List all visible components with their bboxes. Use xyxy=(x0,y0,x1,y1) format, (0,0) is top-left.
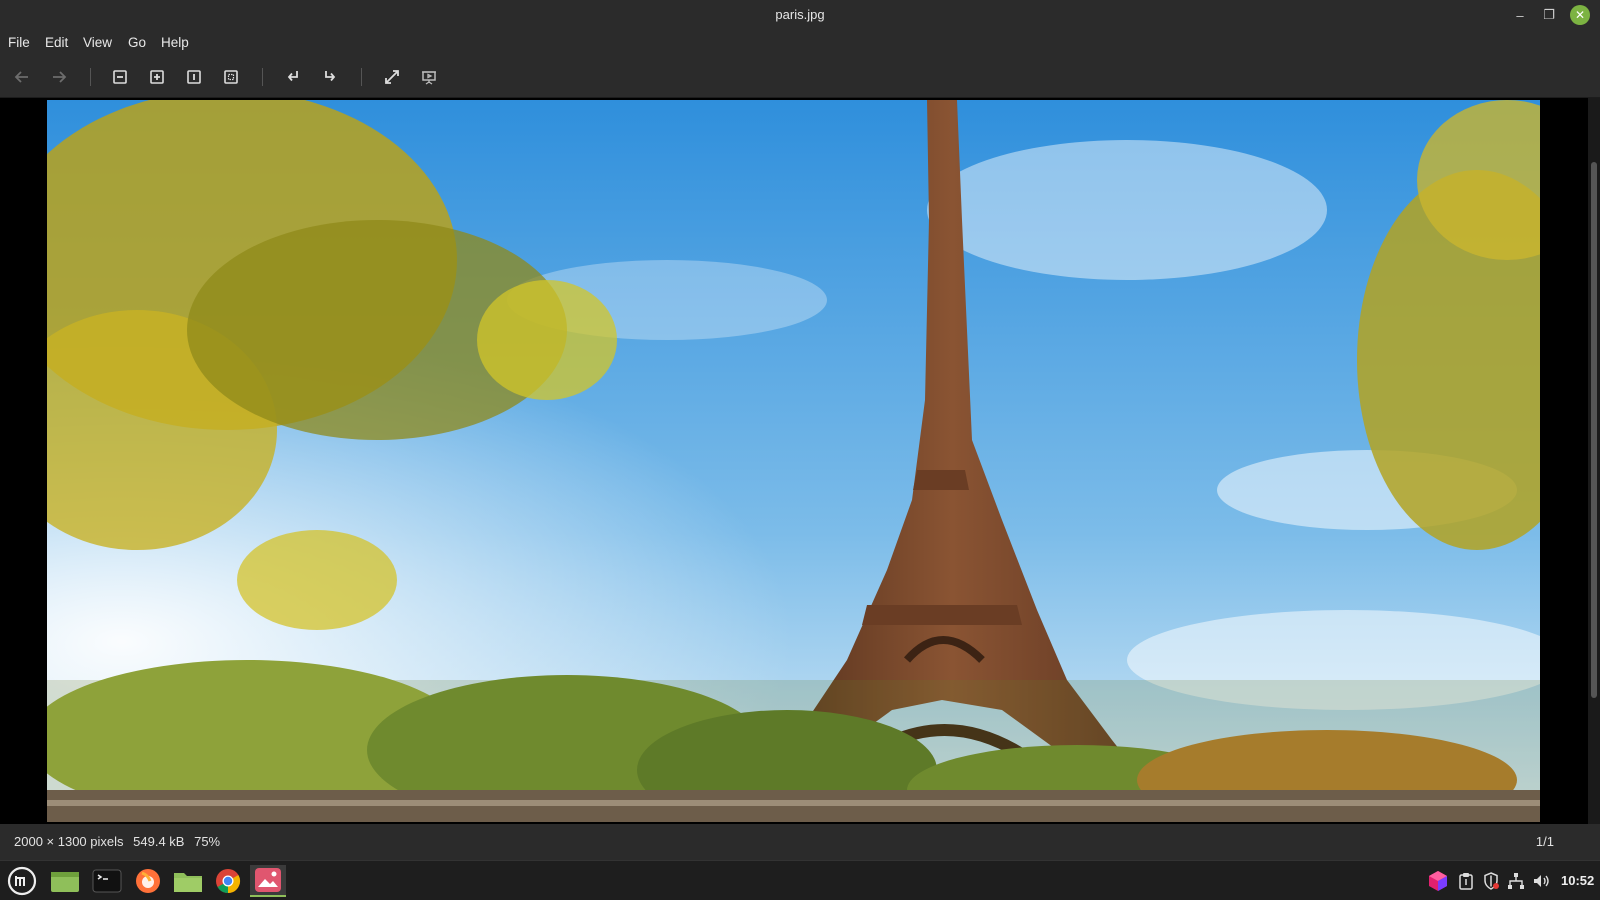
zoom-in-icon[interactable] xyxy=(146,66,168,88)
taskbar: 10:52 xyxy=(0,860,1600,900)
network-icon[interactable] xyxy=(1506,871,1526,891)
title-bar: paris.jpg – ❐ ✕ xyxy=(0,0,1600,30)
menu-bar: File Edit View Go Help xyxy=(0,30,1600,56)
toolbar xyxy=(0,56,1600,98)
status-bar: 2000 × 1300 pixels 549.4 kB 75% 1/1 xyxy=(0,824,1600,860)
image-dimensions: 2000 × 1300 pixels xyxy=(14,834,124,849)
app-cube-icon[interactable] xyxy=(1428,871,1448,891)
toolbar-separator xyxy=(262,68,263,86)
rotate-left-icon[interactable] xyxy=(282,66,304,88)
clock[interactable]: 10:52 xyxy=(1561,873,1594,888)
menu-go[interactable]: Go xyxy=(128,35,146,50)
toolbar-separator xyxy=(361,68,362,86)
image-position: 1/1 xyxy=(1535,834,1554,849)
maximize-button[interactable]: ❐ xyxy=(1539,5,1559,25)
shield-icon[interactable] xyxy=(1481,871,1501,891)
zoom-out-icon[interactable] xyxy=(109,66,131,88)
zoom-level: 75% xyxy=(194,834,221,849)
rotate-right-icon[interactable] xyxy=(319,66,341,88)
window-title: paris.jpg xyxy=(775,7,825,22)
files-icon[interactable] xyxy=(170,865,206,897)
scrollbar-thumb[interactable] xyxy=(1591,162,1597,698)
terminal-icon[interactable] xyxy=(89,865,125,897)
vertical-scrollbar[interactable] xyxy=(1588,98,1600,824)
image-view[interactable] xyxy=(0,98,1600,824)
zoom-fit-icon[interactable] xyxy=(220,66,242,88)
menu-view[interactable]: View xyxy=(83,35,112,50)
photo-eiffel-tower xyxy=(47,100,1540,822)
forward-icon[interactable] xyxy=(48,66,70,88)
volume-icon[interactable] xyxy=(1531,871,1551,891)
menu-file[interactable]: File xyxy=(8,35,30,50)
show-desktop-icon[interactable] xyxy=(47,865,83,897)
fullscreen-icon[interactable] xyxy=(381,66,403,88)
chrome-icon[interactable] xyxy=(210,865,246,897)
toolbar-separator xyxy=(90,68,91,86)
image-viewer-icon[interactable] xyxy=(250,865,286,897)
back-icon[interactable] xyxy=(11,66,33,88)
close-button[interactable]: ✕ xyxy=(1570,5,1590,25)
firefox-icon[interactable] xyxy=(130,865,166,897)
clipboard-icon[interactable] xyxy=(1456,871,1476,891)
zoom-normal-icon[interactable] xyxy=(183,66,205,88)
menu-icon[interactable] xyxy=(4,865,40,897)
menu-edit[interactable]: Edit xyxy=(45,35,68,50)
menu-help[interactable]: Help xyxy=(161,35,189,50)
file-size: 549.4 kB xyxy=(133,834,185,849)
slideshow-icon[interactable] xyxy=(418,66,440,88)
minimize-button[interactable]: – xyxy=(1510,5,1530,25)
